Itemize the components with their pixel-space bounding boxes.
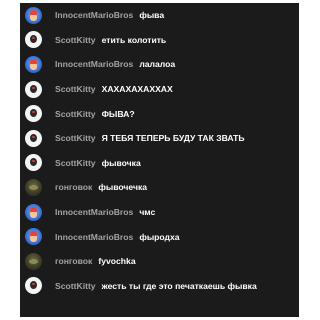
- message-text: ХАХАХАХАХХАХ: [101, 84, 173, 95]
- message-text: жесть ты где это печаткаешь фывка: [101, 280, 257, 291]
- mario-avatar-icon[interactable]: [25, 6, 42, 24]
- kitty-avatar-icon[interactable]: [25, 31, 42, 49]
- message-author[interactable]: ScottKitty: [55, 158, 96, 168]
- gong-avatar-icon[interactable]: [25, 252, 42, 270]
- message-text: Я ТЕБЯ ТЕПЕРЬ БУДУ ТАК ЗВАТЬ: [101, 133, 245, 144]
- message-text: fyvochka: [98, 256, 136, 267]
- chat-log: InnocentMarioBros фыва ScottKitty етить …: [20, 3, 299, 317]
- chat-message: ScottKitty фывочка: [20, 151, 299, 176]
- mario-avatar-icon[interactable]: [25, 55, 42, 73]
- kitty-avatar-icon[interactable]: [25, 277, 42, 295]
- chat-message: ScottKitty ФЫВА?: [20, 101, 299, 126]
- message-author[interactable]: InnocentMarioBros: [55, 207, 133, 217]
- chat-message: InnocentMarioBros фыродха: [20, 224, 299, 249]
- message-author[interactable]: ScottKitty: [55, 109, 96, 119]
- message-text: лалалоа: [139, 59, 176, 70]
- chat-message: гонговок fyvochka: [20, 249, 299, 274]
- message-text: ФЫВА?: [101, 108, 135, 119]
- mario-avatar-icon[interactable]: [25, 228, 42, 246]
- kitty-avatar-icon[interactable]: [25, 154, 42, 172]
- message-author[interactable]: ScottKitty: [55, 281, 96, 291]
- message-author[interactable]: InnocentMarioBros: [55, 59, 133, 69]
- kitty-avatar-icon[interactable]: [25, 80, 42, 98]
- chat-message: ScottKitty ХАХАХАХАХХАХ: [20, 77, 299, 102]
- message-text: фывочка: [101, 157, 141, 168]
- message-author[interactable]: гонговок: [55, 256, 92, 266]
- message-author[interactable]: ScottKitty: [55, 84, 96, 94]
- chat-message: ScottKitty Я ТЕБЯ ТЕПЕРЬ БУДУ ТАК ЗВАТЬ: [20, 126, 299, 151]
- chat-message: InnocentMarioBros чмс: [20, 200, 299, 225]
- message-text: чмс: [139, 207, 156, 218]
- chat-message: гонговок фывочечка: [20, 175, 299, 200]
- gong-avatar-icon[interactable]: [25, 178, 42, 196]
- message-author[interactable]: ScottKitty: [55, 133, 96, 143]
- mario-avatar-icon[interactable]: [25, 203, 42, 221]
- message-author[interactable]: гонговок: [55, 182, 92, 192]
- chat-message: ScottKitty жесть ты где это печаткаешь ф…: [20, 274, 299, 299]
- chat-message: InnocentMarioBros лалалоа: [20, 52, 299, 77]
- kitty-avatar-icon[interactable]: [25, 105, 42, 123]
- message-text: фывочечка: [98, 182, 148, 193]
- message-author[interactable]: InnocentMarioBros: [55, 10, 133, 20]
- message-text: фыва: [139, 10, 165, 21]
- message-author[interactable]: InnocentMarioBros: [55, 232, 133, 242]
- message-text: етить колотить: [101, 34, 167, 45]
- chat-message: InnocentMarioBros фыва: [20, 3, 299, 28]
- message-author[interactable]: ScottKitty: [55, 35, 96, 45]
- kitty-avatar-icon[interactable]: [25, 129, 42, 147]
- chat-message: ScottKitty етить колотить: [20, 28, 299, 53]
- message-text: фыродха: [139, 231, 180, 242]
